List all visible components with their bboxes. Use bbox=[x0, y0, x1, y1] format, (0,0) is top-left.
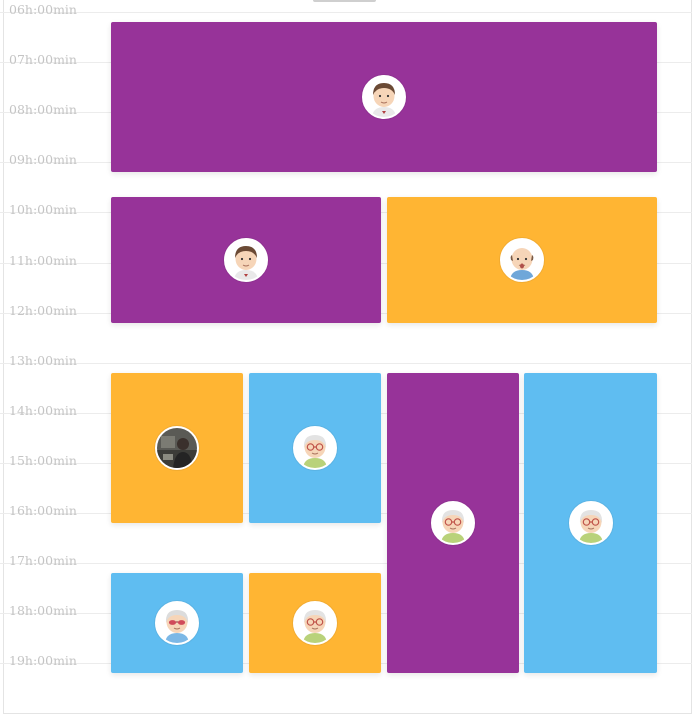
calendar-event[interactable] bbox=[387, 372, 519, 674]
time-label: 07h:00min bbox=[9, 52, 77, 68]
time-label: 12h:00min bbox=[9, 302, 77, 318]
time-label: 16h:00min bbox=[9, 503, 77, 518]
person-brown-hair-avatar-icon[interactable] bbox=[362, 75, 406, 120]
calendar-event[interactable] bbox=[249, 573, 381, 674]
person-glasses-avatar-icon[interactable] bbox=[431, 500, 475, 545]
person-sunglasses-avatar-icon[interactable] bbox=[155, 601, 199, 646]
time-label: 06h:00min bbox=[9, 2, 77, 17]
person-glasses-avatar-icon[interactable] bbox=[293, 601, 337, 646]
photo-person-avatar-icon[interactable] bbox=[155, 425, 199, 470]
time-label: 15h:00min bbox=[9, 452, 77, 468]
person-glasses-avatar-icon[interactable] bbox=[293, 425, 337, 470]
calendar-event[interactable] bbox=[387, 197, 657, 323]
time-label: 10h:00min bbox=[9, 202, 77, 218]
calendar-event[interactable] bbox=[111, 22, 657, 173]
time-label: 09h:00min bbox=[9, 152, 77, 168]
time-label: 14h:00min bbox=[9, 402, 77, 418]
calendar-event[interactable] bbox=[111, 197, 381, 323]
calendar-event[interactable] bbox=[111, 372, 243, 523]
resize-handle[interactable] bbox=[313, 0, 376, 2]
time-label: 13h:00min bbox=[9, 352, 77, 368]
calendar-event[interactable] bbox=[111, 573, 243, 674]
hour-gridline bbox=[0, 12, 692, 13]
time-row: 06h:00min bbox=[0, 3, 692, 17]
time-row: 13h:00min bbox=[0, 353, 692, 367]
hour-gridline bbox=[0, 362, 692, 364]
person-glasses-avatar-icon[interactable] bbox=[568, 500, 613, 545]
time-label: 19h:00min bbox=[9, 653, 77, 669]
time-label: 18h:00min bbox=[9, 603, 77, 619]
time-label: 11h:00min bbox=[9, 252, 77, 268]
calendar-event[interactable] bbox=[249, 372, 381, 523]
time-label: 17h:00min bbox=[9, 553, 77, 569]
time-label: 08h:00min bbox=[9, 102, 77, 118]
calendar-event[interactable] bbox=[524, 372, 657, 674]
person-brown-hair-avatar-icon[interactable] bbox=[224, 237, 268, 282]
bald-person-avatar-icon[interactable] bbox=[500, 237, 544, 282]
